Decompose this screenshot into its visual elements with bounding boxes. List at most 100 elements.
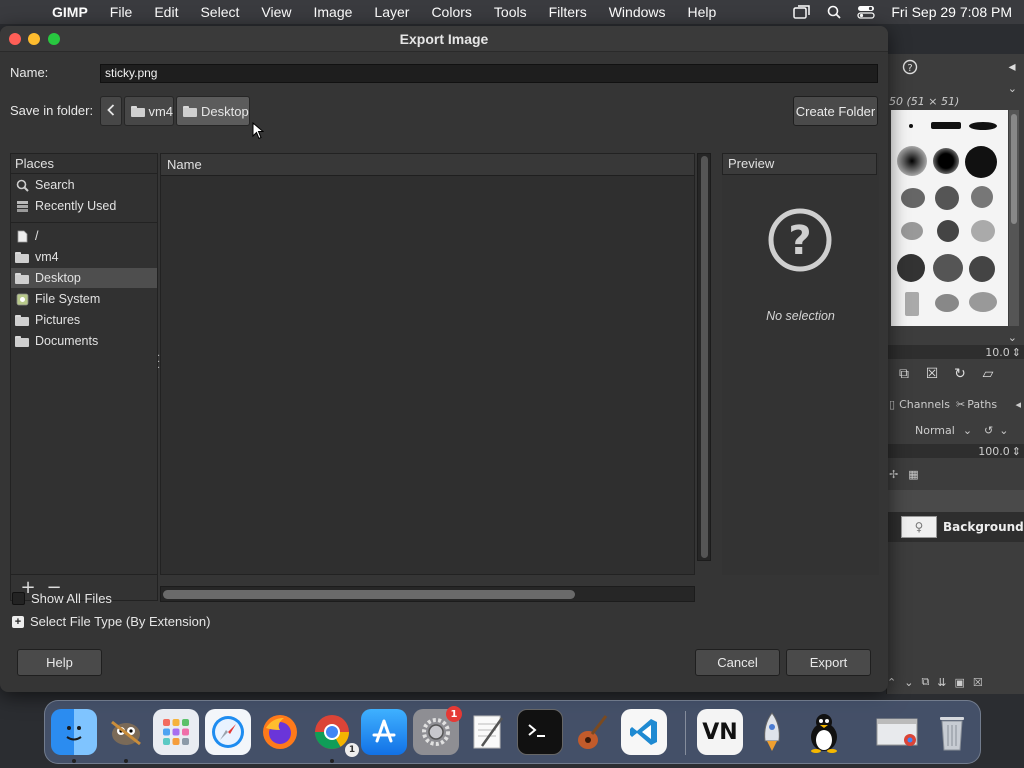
breadcrumb-vm4[interactable]: vm4 — [124, 96, 174, 126]
lock-position-icon[interactable]: ✢ — [889, 468, 898, 481]
delete-brush-icon[interactable]: ☒ — [923, 365, 941, 383]
mask-layer-icon[interactable]: ▣ — [955, 676, 965, 689]
cancel-button[interactable]: Cancel — [695, 649, 780, 676]
app-store-icon[interactable] — [361, 709, 407, 755]
filename-input[interactable]: sticky.png — [100, 64, 878, 83]
control-center-icon[interactable] — [857, 5, 876, 19]
delete-layer-icon[interactable]: ☒ — [973, 676, 983, 689]
open-brush-icon[interactable]: ▱ — [979, 365, 997, 383]
vscode-icon[interactable] — [621, 709, 667, 755]
menu-layer[interactable]: Layer — [363, 4, 420, 20]
menu-file[interactable]: File — [99, 4, 144, 20]
menu-bar: GIMP File Edit Select View Image Layer C… — [0, 0, 1024, 24]
safari-icon[interactable] — [205, 709, 251, 755]
tux-icon[interactable] — [801, 709, 847, 755]
dialog-title: Export Image — [399, 31, 489, 47]
panel-menu-icon[interactable]: ◂ — [1003, 58, 1021, 76]
rocket-app-icon[interactable] — [749, 709, 795, 755]
refresh-brushes-icon[interactable]: ↻ — [951, 365, 969, 383]
place-documents[interactable]: Documents — [11, 331, 157, 351]
menu-app-gimp[interactable]: GIMP — [46, 4, 99, 20]
vnc-viewer-icon[interactable]: VN — [697, 709, 743, 755]
brush-grid[interactable] — [891, 110, 1008, 326]
places-header[interactable]: Places — [11, 154, 157, 174]
file-list[interactable]: Name — [160, 153, 695, 575]
place-desktop[interactable]: Desktop — [11, 268, 157, 288]
menu-select[interactable]: Select — [189, 4, 250, 20]
firefox-icon[interactable] — [257, 709, 303, 755]
menu-colors[interactable]: Colors — [420, 4, 482, 20]
plus-icon[interactable]: + — [12, 615, 24, 628]
lock-alpha-icon[interactable]: ▦ — [908, 468, 918, 481]
window-switch-icon[interactable] — [793, 5, 811, 19]
places-divider — [11, 222, 157, 223]
checkbox-box[interactable] — [12, 592, 25, 605]
file-type-label: Select File Type (By Extension) — [30, 614, 211, 629]
chrome-icon[interactable]: 1 — [309, 709, 359, 757]
export-button[interactable]: Export — [786, 649, 871, 676]
menu-edit[interactable]: Edit — [143, 4, 189, 20]
opacity-value[interactable]: 100.0 — [978, 445, 1010, 458]
menu-tools[interactable]: Tools — [483, 4, 538, 20]
place-label: Pictures — [35, 313, 81, 327]
mode-chevron-icon[interactable]: ⌄ — [963, 424, 972, 437]
layers-header — [887, 490, 1024, 512]
textedit-icon[interactable] — [465, 709, 511, 755]
file-list-vscrollbar[interactable] — [697, 153, 711, 561]
merge-layer-icon[interactable]: ⇊ — [937, 676, 946, 689]
menu-filters[interactable]: Filters — [538, 4, 598, 20]
help-button[interactable]: Help — [17, 649, 102, 676]
tab-paths[interactable]: Paths — [967, 398, 997, 411]
breadcrumb-back-button[interactable] — [100, 96, 122, 126]
place-file-system[interactable]: File System — [11, 289, 157, 309]
settings-badge: 1 — [446, 706, 462, 722]
spotlight-search-icon[interactable] — [827, 5, 842, 19]
terminal-icon[interactable] — [517, 709, 563, 755]
duplicate-layer-icon[interactable]: ⧉ — [921, 675, 929, 689]
breadcrumb-desktop[interactable]: Desktop — [176, 96, 250, 126]
brush-size-value[interactable]: 10.0 — [985, 346, 1010, 359]
chrome-window-preview-icon[interactable] — [875, 709, 921, 755]
opacity-spin-icon[interactable]: ⇕ — [1012, 445, 1021, 458]
menu-help[interactable]: Help — [677, 4, 728, 20]
column-header-name[interactable]: Name — [161, 154, 694, 176]
place-root[interactable]: / — [11, 226, 157, 246]
file-list-hscrollbar[interactable] — [160, 586, 695, 602]
brush-scrollbar[interactable] — [1009, 110, 1019, 326]
menu-image[interactable]: Image — [302, 4, 363, 20]
place-search[interactable]: Search — [11, 175, 157, 195]
export-image-dialog: Export Image Name: sticky.png Save in fo… — [0, 26, 888, 692]
menu-view[interactable]: View — [250, 4, 302, 20]
file-type-expander[interactable]: + Select File Type (By Extension) — [12, 614, 210, 629]
mode-switch-chevron-icon[interactable]: ⌄ — [999, 424, 1008, 437]
trash-icon[interactable] — [929, 709, 975, 755]
launchpad-icon[interactable] — [153, 709, 199, 755]
tab-channels[interactable]: Channels — [899, 398, 950, 411]
place-vm4[interactable]: vm4 — [11, 247, 157, 267]
mouse-pointer-icon — [252, 121, 265, 143]
brush-list-chevron-icon[interactable]: ⌄ — [1008, 331, 1017, 344]
show-all-files-checkbox[interactable]: Show All Files — [12, 591, 112, 606]
finder-icon[interactable] — [51, 709, 97, 755]
place-pictures[interactable]: Pictures — [11, 310, 157, 330]
guitar-app-icon[interactable] — [569, 709, 615, 755]
system-settings-icon[interactable]: 1 — [413, 706, 462, 755]
place-label: Search — [35, 178, 75, 192]
place-recently-used[interactable]: Recently Used — [11, 196, 157, 216]
help-icon[interactable]: ? — [901, 58, 919, 76]
mode-reset-icon[interactable]: ↺ — [984, 424, 993, 437]
spin-icon[interactable]: ⇕ — [1012, 346, 1021, 359]
dialog-titlebar[interactable]: Export Image — [0, 26, 888, 52]
layer-down-icon[interactable]: ⌄ — [904, 676, 913, 689]
brush-dropdown-chevron-icon[interactable]: ⌄ — [1008, 82, 1017, 95]
chevron-left-icon — [107, 103, 115, 119]
layer-mode-select[interactable]: Normal — [915, 424, 955, 437]
duplicate-brush-icon[interactable]: ⧉ — [895, 365, 913, 383]
gimp-icon[interactable] — [103, 709, 149, 755]
menu-windows[interactable]: Windows — [598, 4, 677, 20]
tab-menu-icon[interactable]: ◂ — [1015, 398, 1021, 411]
layer-row-background[interactable]: ♀ Background — [887, 512, 1024, 542]
layer-up-icon[interactable]: ⌃ — [887, 676, 896, 689]
menubar-clock[interactable]: Fri Sep 29 7:08 PM — [891, 4, 1012, 20]
create-folder-button[interactable]: Create Folder — [793, 96, 878, 126]
